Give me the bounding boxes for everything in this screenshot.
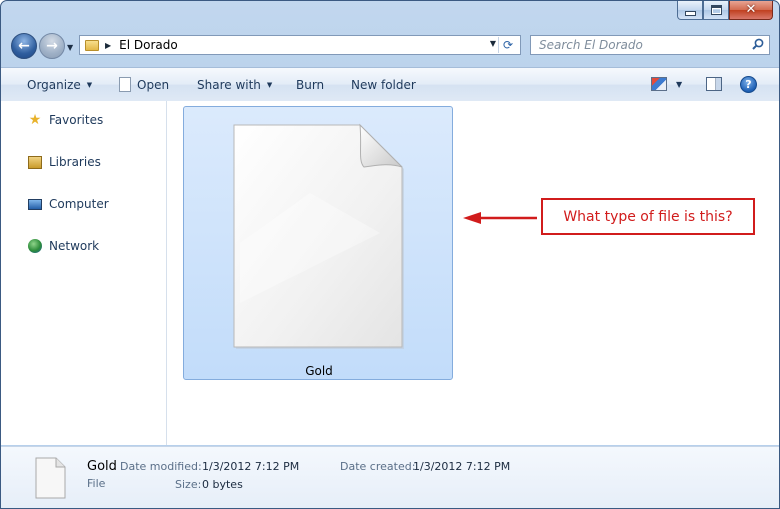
date-modified-label: Date modified: bbox=[120, 460, 202, 473]
details-file-type: File bbox=[87, 477, 106, 490]
nav-item-label: Favorites bbox=[49, 113, 104, 127]
view-options-dropdown[interactable]: ▼ bbox=[676, 80, 682, 89]
minimize-icon bbox=[684, 10, 696, 16]
size-value: 0 bytes bbox=[202, 478, 243, 491]
address-history-dropdown[interactable]: ▼ bbox=[490, 39, 496, 48]
details-file-name: Gold bbox=[87, 459, 117, 474]
nav-item-label: Libraries bbox=[49, 155, 101, 169]
nav-item-favorites[interactable]: ★ Favorites bbox=[27, 112, 104, 128]
burn-button[interactable]: Burn bbox=[296, 68, 324, 101]
blank-document-icon bbox=[233, 123, 404, 349]
forward-button[interactable]: → bbox=[39, 33, 65, 59]
size-label: Size: bbox=[175, 478, 202, 491]
share-with-button[interactable]: Share with ▼ bbox=[197, 68, 272, 101]
command-bar: Organize ▼ Open Share with ▼ Burn New fo… bbox=[1, 67, 779, 102]
close-button[interactable]: ✕ bbox=[729, 1, 773, 20]
search-placeholder: Search El Dorado bbox=[539, 38, 643, 52]
computer-icon bbox=[27, 196, 43, 212]
new-folder-button[interactable]: New folder bbox=[351, 68, 416, 101]
forward-arrow-icon: → bbox=[46, 38, 58, 54]
network-icon bbox=[27, 238, 43, 254]
open-label: Open bbox=[137, 77, 170, 92]
search-icon[interactable] bbox=[752, 38, 764, 50]
chevron-down-icon: ▼ bbox=[86, 80, 93, 89]
nav-item-label: Network bbox=[49, 239, 100, 253]
explorer-window: ✕ ← → ▼ ▶ El Dorado ▼ ⟳ Search El Dorado… bbox=[0, 0, 780, 509]
burn-label: Burn bbox=[296, 77, 325, 92]
content-area: ★ Favorites Libraries Computer Network G… bbox=[1, 101, 779, 445]
maximize-icon bbox=[710, 5, 722, 15]
maximize-button[interactable] bbox=[703, 1, 729, 20]
help-icon[interactable]: ? bbox=[740, 76, 757, 93]
new-folder-label: New folder bbox=[351, 77, 416, 92]
date-created-value: 1/3/2012 7:12 PM bbox=[413, 460, 511, 473]
navigation-pane: ★ Favorites Libraries Computer Network bbox=[1, 101, 167, 445]
nav-item-network[interactable]: Network bbox=[27, 238, 99, 254]
breadcrumb-chevron-icon[interactable]: ▶ bbox=[105, 41, 111, 50]
back-arrow-icon: ← bbox=[18, 38, 30, 54]
preview-pane-icon[interactable] bbox=[706, 77, 722, 91]
file-item-gold[interactable]: Gold bbox=[183, 106, 453, 380]
search-input[interactable]: Search El Dorado bbox=[530, 35, 770, 55]
navigation-row: ← → ▼ ▶ El Dorado ▼ ⟳ Search El Dorado bbox=[1, 29, 779, 63]
window-controls: ✕ bbox=[677, 1, 773, 20]
chevron-down-icon: ▼ bbox=[266, 80, 273, 89]
refresh-icon[interactable]: ⟳ bbox=[498, 37, 517, 53]
close-icon: ✕ bbox=[745, 2, 757, 17]
file-name-label: Gold bbox=[305, 364, 333, 378]
address-bar[interactable]: ▶ El Dorado ▼ ⟳ bbox=[79, 35, 521, 55]
recent-pages-dropdown[interactable]: ▼ bbox=[67, 43, 73, 52]
annotation-arrow bbox=[463, 212, 537, 224]
nav-item-label: Computer bbox=[49, 197, 109, 211]
blank-document-icon bbox=[35, 457, 66, 499]
minimize-button[interactable] bbox=[677, 1, 703, 20]
date-modified-value: 1/3/2012 7:12 PM bbox=[202, 460, 300, 473]
organize-label: Organize bbox=[27, 77, 81, 92]
nav-item-libraries[interactable]: Libraries bbox=[27, 154, 101, 170]
organize-button[interactable]: Organize ▼ bbox=[27, 68, 92, 101]
document-icon bbox=[119, 77, 131, 92]
date-created-label: Date created: bbox=[340, 460, 416, 473]
libraries-icon bbox=[27, 154, 43, 170]
folder-icon bbox=[85, 39, 99, 51]
breadcrumb-el-dorado[interactable]: El Dorado bbox=[119, 38, 178, 52]
change-view-icon[interactable] bbox=[651, 77, 667, 91]
star-icon: ★ bbox=[28, 112, 42, 128]
annotation-callout: What type of file is this? bbox=[541, 198, 755, 235]
back-button[interactable]: ← bbox=[11, 33, 37, 59]
nav-item-computer[interactable]: Computer bbox=[27, 196, 109, 212]
share-with-label: Share with bbox=[197, 77, 261, 92]
open-button[interactable]: Open bbox=[119, 68, 169, 101]
details-pane: Gold File Date modified: 1/3/2012 7:12 P… bbox=[1, 446, 779, 508]
